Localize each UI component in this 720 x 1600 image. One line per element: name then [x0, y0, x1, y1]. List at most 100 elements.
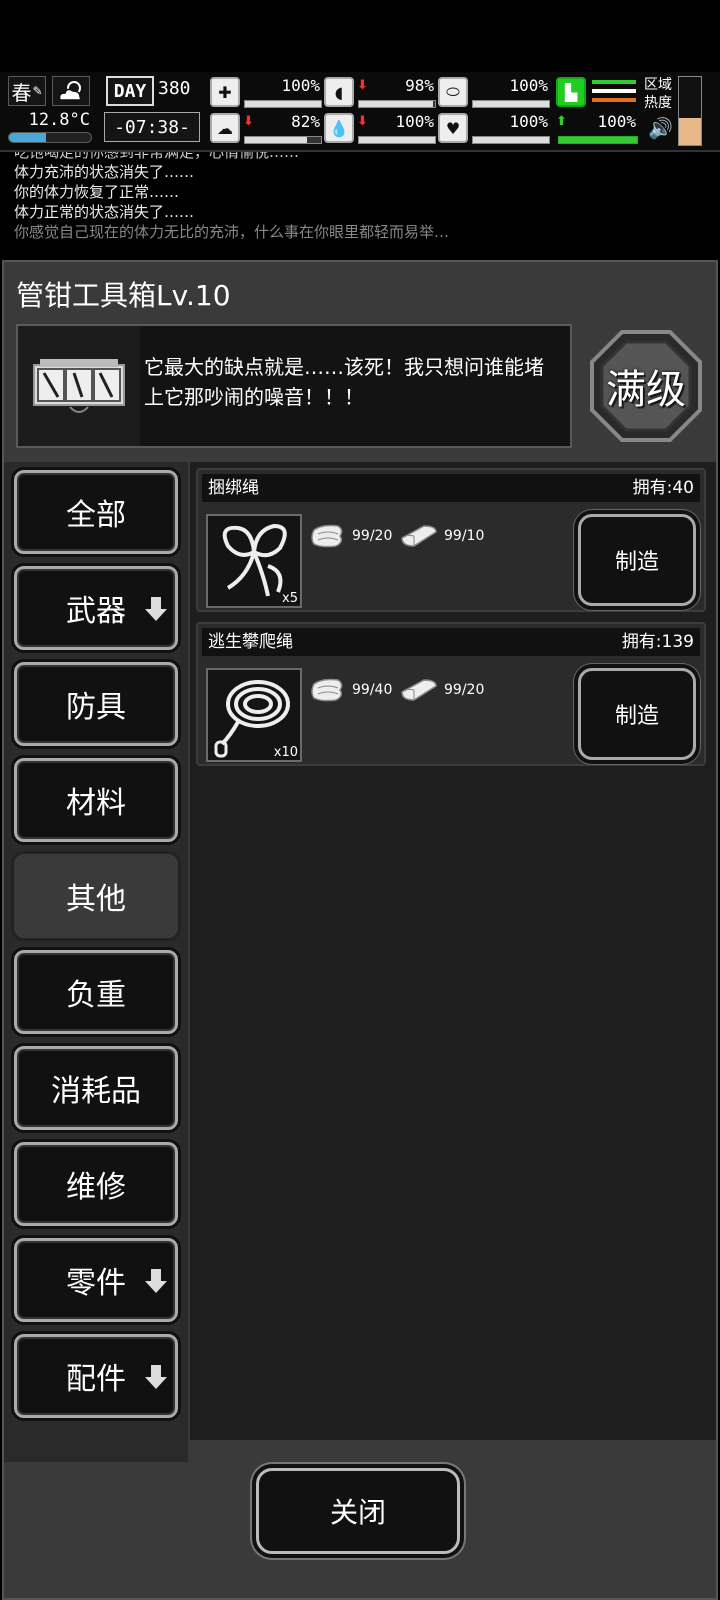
craft-button-label: 制造: [614, 550, 659, 575]
category-parts[interactable]: 零件: [14, 1238, 178, 1322]
status-hud: 春 ✎ 12.8°C DAY 380 -07:38- ✚ 100% ◖ ⬇ 98%…: [0, 72, 720, 152]
medkit-icon: ✚: [210, 77, 240, 107]
log-line: 体力充沛的状态消失了……: [14, 163, 195, 181]
material-count: 99/20: [444, 682, 485, 698]
thirst-bar: [358, 136, 436, 144]
boot-icon: ▙: [556, 77, 586, 107]
category-materials[interactable]: 材料: [14, 758, 178, 842]
max-level-label: 满级: [606, 367, 686, 413]
recipe-yield: x5: [282, 591, 298, 606]
recipe-thumbnail[interactable]: x10: [206, 668, 302, 762]
message-log[interactable]: 吃饱喝足的你感到非常满足，心情愉悦…… 体力充沛的状态消失了…… 你的体力恢复了…: [0, 152, 720, 252]
hunger-stat[interactable]: ◖ ⬇ 98%: [324, 76, 436, 110]
category-label: 配件: [66, 1362, 126, 1397]
thirst-value: 100%: [395, 112, 434, 131]
material-requirement: 99/20: [310, 520, 392, 552]
category-attachments[interactable]: 配件: [14, 1334, 178, 1418]
close-button[interactable]: 关闭: [256, 1468, 460, 1554]
recipe-owned: 拥有:40: [632, 478, 694, 498]
category-armor[interactable]: 防具: [14, 662, 178, 746]
heart-icon: ♥: [438, 113, 468, 143]
category-sidebar: 全部 武器 防具 材料 其他 负重 消耗品 维修 零件 配件: [4, 462, 188, 1462]
health-stat[interactable]: ✚ 100%: [210, 76, 322, 110]
season-label: 春: [11, 80, 32, 105]
log-line: 吃饱喝足的你感到非常满足，心情愉悦……: [14, 152, 300, 161]
craft-button-label: 制造: [614, 704, 659, 729]
category-repair[interactable]: 维修: [14, 1142, 178, 1226]
recipe-owned: 拥有:139: [621, 632, 694, 652]
material-count: 99/40: [352, 682, 393, 698]
pill-icon: ⬭: [438, 77, 468, 107]
craft-button[interactable]: 制造: [578, 668, 696, 760]
toolbox-icon: [18, 326, 140, 446]
thirst-stat[interactable]: 💧 ⬇ 100%: [324, 112, 436, 146]
heart-stat[interactable]: ♥ 100%: [438, 112, 550, 146]
recipe-name: 逃生攀爬绳: [208, 632, 293, 652]
arrow-down-icon: [145, 1269, 167, 1293]
brain-icon: ☁: [210, 113, 240, 143]
crafting-dialog: 管钳工具箱Lv.10 它最大的缺点就是……该死！我只想问谁能堵上它那吵闹的噪音！…: [2, 260, 718, 1600]
craft-button[interactable]: 制造: [578, 514, 696, 606]
recipe-header: 逃生攀爬绳 拥有:139: [202, 628, 700, 656]
medicine-bar-fill: [473, 101, 549, 107]
stamina-stripe-green: [592, 80, 636, 84]
log-line: 你感觉自己现在的体力无比的充沛，什么事在你眼里都轻而易举…: [14, 223, 450, 241]
temperature-bar-fill: [9, 133, 46, 142]
medicine-bar: [472, 100, 550, 108]
category-carry[interactable]: 负重: [14, 950, 178, 1034]
category-label: 零件: [66, 1266, 126, 1301]
stamina-stripe-orange: [592, 98, 636, 102]
material-requirement: 99/40: [310, 674, 392, 706]
max-level-badge: 满级: [588, 328, 704, 444]
recipe-thumbnail[interactable]: x5: [206, 514, 302, 608]
health-bar: [244, 100, 322, 108]
zone-heat-bar: [678, 76, 702, 146]
material-requirement: 99/20: [400, 674, 484, 706]
health-value: 100%: [281, 76, 320, 95]
material-requirement: 99/10: [400, 520, 484, 552]
item-description: 它最大的缺点就是……该死！我只想问谁能堵上它那吵闹的噪音！！！: [144, 355, 544, 409]
recipe-header: 捆绑绳 拥有:40: [202, 474, 700, 502]
arrow-down-icon: [145, 597, 167, 621]
zone-heat-label: 区域热度: [644, 77, 672, 111]
category-all[interactable]: 全部: [14, 470, 178, 554]
heart-value: 100%: [509, 112, 548, 131]
thirst-bar-fill: [359, 137, 435, 143]
category-label: 防具: [66, 690, 126, 725]
stamina-stripe-white: [592, 89, 636, 93]
category-consumables[interactable]: 消耗品: [14, 1046, 178, 1130]
stamina-bar-fill: [559, 137, 637, 143]
fabric-roll-icon: [401, 679, 437, 701]
category-label: 消耗品: [51, 1074, 141, 1109]
stamina-stat[interactable]: ▙: [556, 76, 638, 110]
day-number: 380: [158, 78, 191, 99]
mood-bar: [244, 136, 322, 144]
close-button-label: 关闭: [329, 1496, 386, 1529]
medicine-stat[interactable]: ⬭ 100%: [438, 76, 550, 110]
dialog-title: 管钳工具箱Lv.10: [16, 279, 231, 312]
speaker-icon[interactable]: 🔊: [648, 116, 673, 140]
category-label: 武器: [66, 594, 126, 629]
cloth-icon: [311, 678, 343, 702]
category-other[interactable]: 其他: [14, 854, 178, 938]
arrow-up-icon: ⬆: [556, 114, 567, 129]
stamina-bar: [558, 136, 638, 144]
material-count: 99/20: [352, 528, 393, 544]
mood-stat[interactable]: ☁ ⬇ 82%: [210, 112, 322, 146]
stamina-value: 100%: [597, 112, 636, 131]
hunger-bar: [358, 100, 436, 108]
partly-cloudy-icon: [52, 76, 90, 106]
hunger-value: 98%: [405, 76, 434, 95]
heart-bar-fill: [473, 137, 549, 143]
recipe-list[interactable]: 捆绑绳 拥有:40 x5 99/20 99/10 制造 逃生攀爬绳 拥有:139…: [190, 462, 716, 1440]
cloth-icon: [311, 524, 343, 548]
temperature-bar: [8, 132, 92, 143]
category-label: 负重: [66, 978, 126, 1013]
category-weapons[interactable]: 武器: [14, 566, 178, 650]
hunger-bar-fill: [359, 101, 434, 107]
season-indicator: 春 ✎: [8, 76, 46, 106]
fabric-roll-icon: [401, 525, 437, 547]
heart-bar: [472, 136, 550, 144]
category-label: 其他: [66, 882, 126, 917]
temperature-readout: 12.8°C: [28, 110, 90, 130]
